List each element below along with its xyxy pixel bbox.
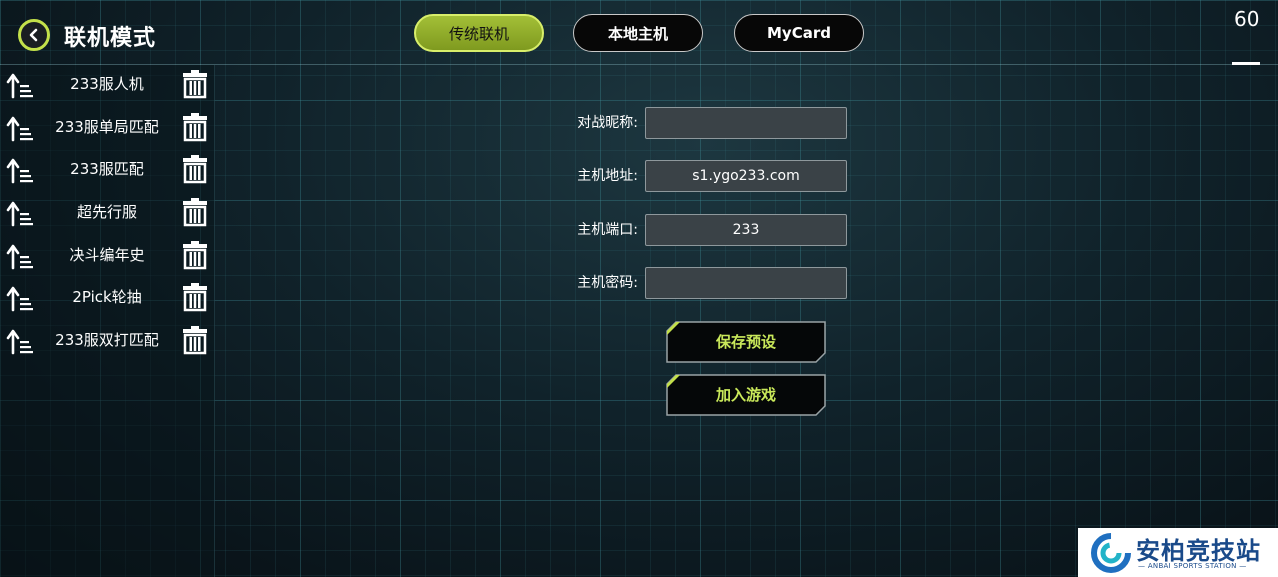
watermark: 安柏竞技站 — ANBAI SPORTS STATION — [1078,528,1278,577]
preset-label[interactable]: 233服匹配 [40,151,174,187]
move-up-icon[interactable] [5,283,35,313]
preset-label[interactable]: 2Pick轮抽 [40,279,174,315]
chevron-left-icon [29,28,38,42]
save-preset-button[interactable]: 保存预设 [666,321,826,363]
host-port-input[interactable] [645,214,847,246]
move-up-icon[interactable] [5,241,35,271]
join-game-label: 加入游戏 [715,386,776,404]
preset-item: 2Pick轮抽 [0,279,214,319]
preset-label[interactable]: 决斗编年史 [40,237,174,273]
save-preset-label: 保存预设 [715,333,776,351]
trash-icon[interactable] [182,197,208,227]
back-button[interactable] [18,19,50,51]
move-up-icon[interactable] [5,326,35,356]
page-title: 联机模式 [64,26,157,51]
app-window: 联机模式 传统联机 本地主机 MyCard 60 233服人机 233服单局匹配… [0,0,1278,577]
trash-icon[interactable] [182,154,208,184]
nickname-input[interactable] [645,107,847,139]
trash-icon[interactable] [182,112,208,142]
fps-counter: 60 [1234,7,1260,31]
trash-icon[interactable] [182,69,208,99]
preset-sidebar: 233服人机 233服单局匹配 233服匹配 超先行服 决斗编年史 2Pick轮… [0,65,215,577]
fps-indicator-bar [1232,62,1260,65]
host-address-input[interactable] [645,160,847,192]
preset-item: 超先行服 [0,194,214,234]
tab-local-host[interactable]: 本地主机 [573,14,703,52]
tab-traditional-online[interactable]: 传统联机 [414,14,544,52]
move-up-icon[interactable] [5,198,35,228]
host-port-label: 主机端口: [577,222,638,238]
preset-label[interactable]: 超先行服 [40,194,174,230]
move-up-icon[interactable] [5,155,35,185]
watermark-logo-icon [1091,533,1131,573]
preset-label[interactable]: 233服人机 [40,66,174,102]
preset-label[interactable]: 233服双打匹配 [40,322,174,358]
trash-icon[interactable] [182,282,208,312]
preset-item: 233服匹配 [0,151,214,191]
tab-mycard[interactable]: MyCard [734,14,864,52]
host-password-label: 主机密码: [577,275,638,291]
preset-item: 233服人机 [0,66,214,106]
join-game-button[interactable]: 加入游戏 [666,374,826,416]
nickname-label: 对战昵称: [577,115,638,131]
host-address-label: 主机地址: [577,168,638,184]
preset-item: 233服双打匹配 [0,322,214,362]
watermark-subtitle: — ANBAI SPORTS STATION — [1138,562,1247,570]
preset-item: 233服单局匹配 [0,109,214,149]
host-password-input[interactable] [645,267,847,299]
move-up-icon[interactable] [5,70,35,100]
trash-icon[interactable] [182,240,208,270]
watermark-title: 安柏竞技站 [1136,537,1261,565]
preset-label[interactable]: 233服单局匹配 [40,109,174,145]
preset-item: 决斗编年史 [0,237,214,277]
trash-icon[interactable] [182,325,208,355]
move-up-icon[interactable] [5,113,35,143]
